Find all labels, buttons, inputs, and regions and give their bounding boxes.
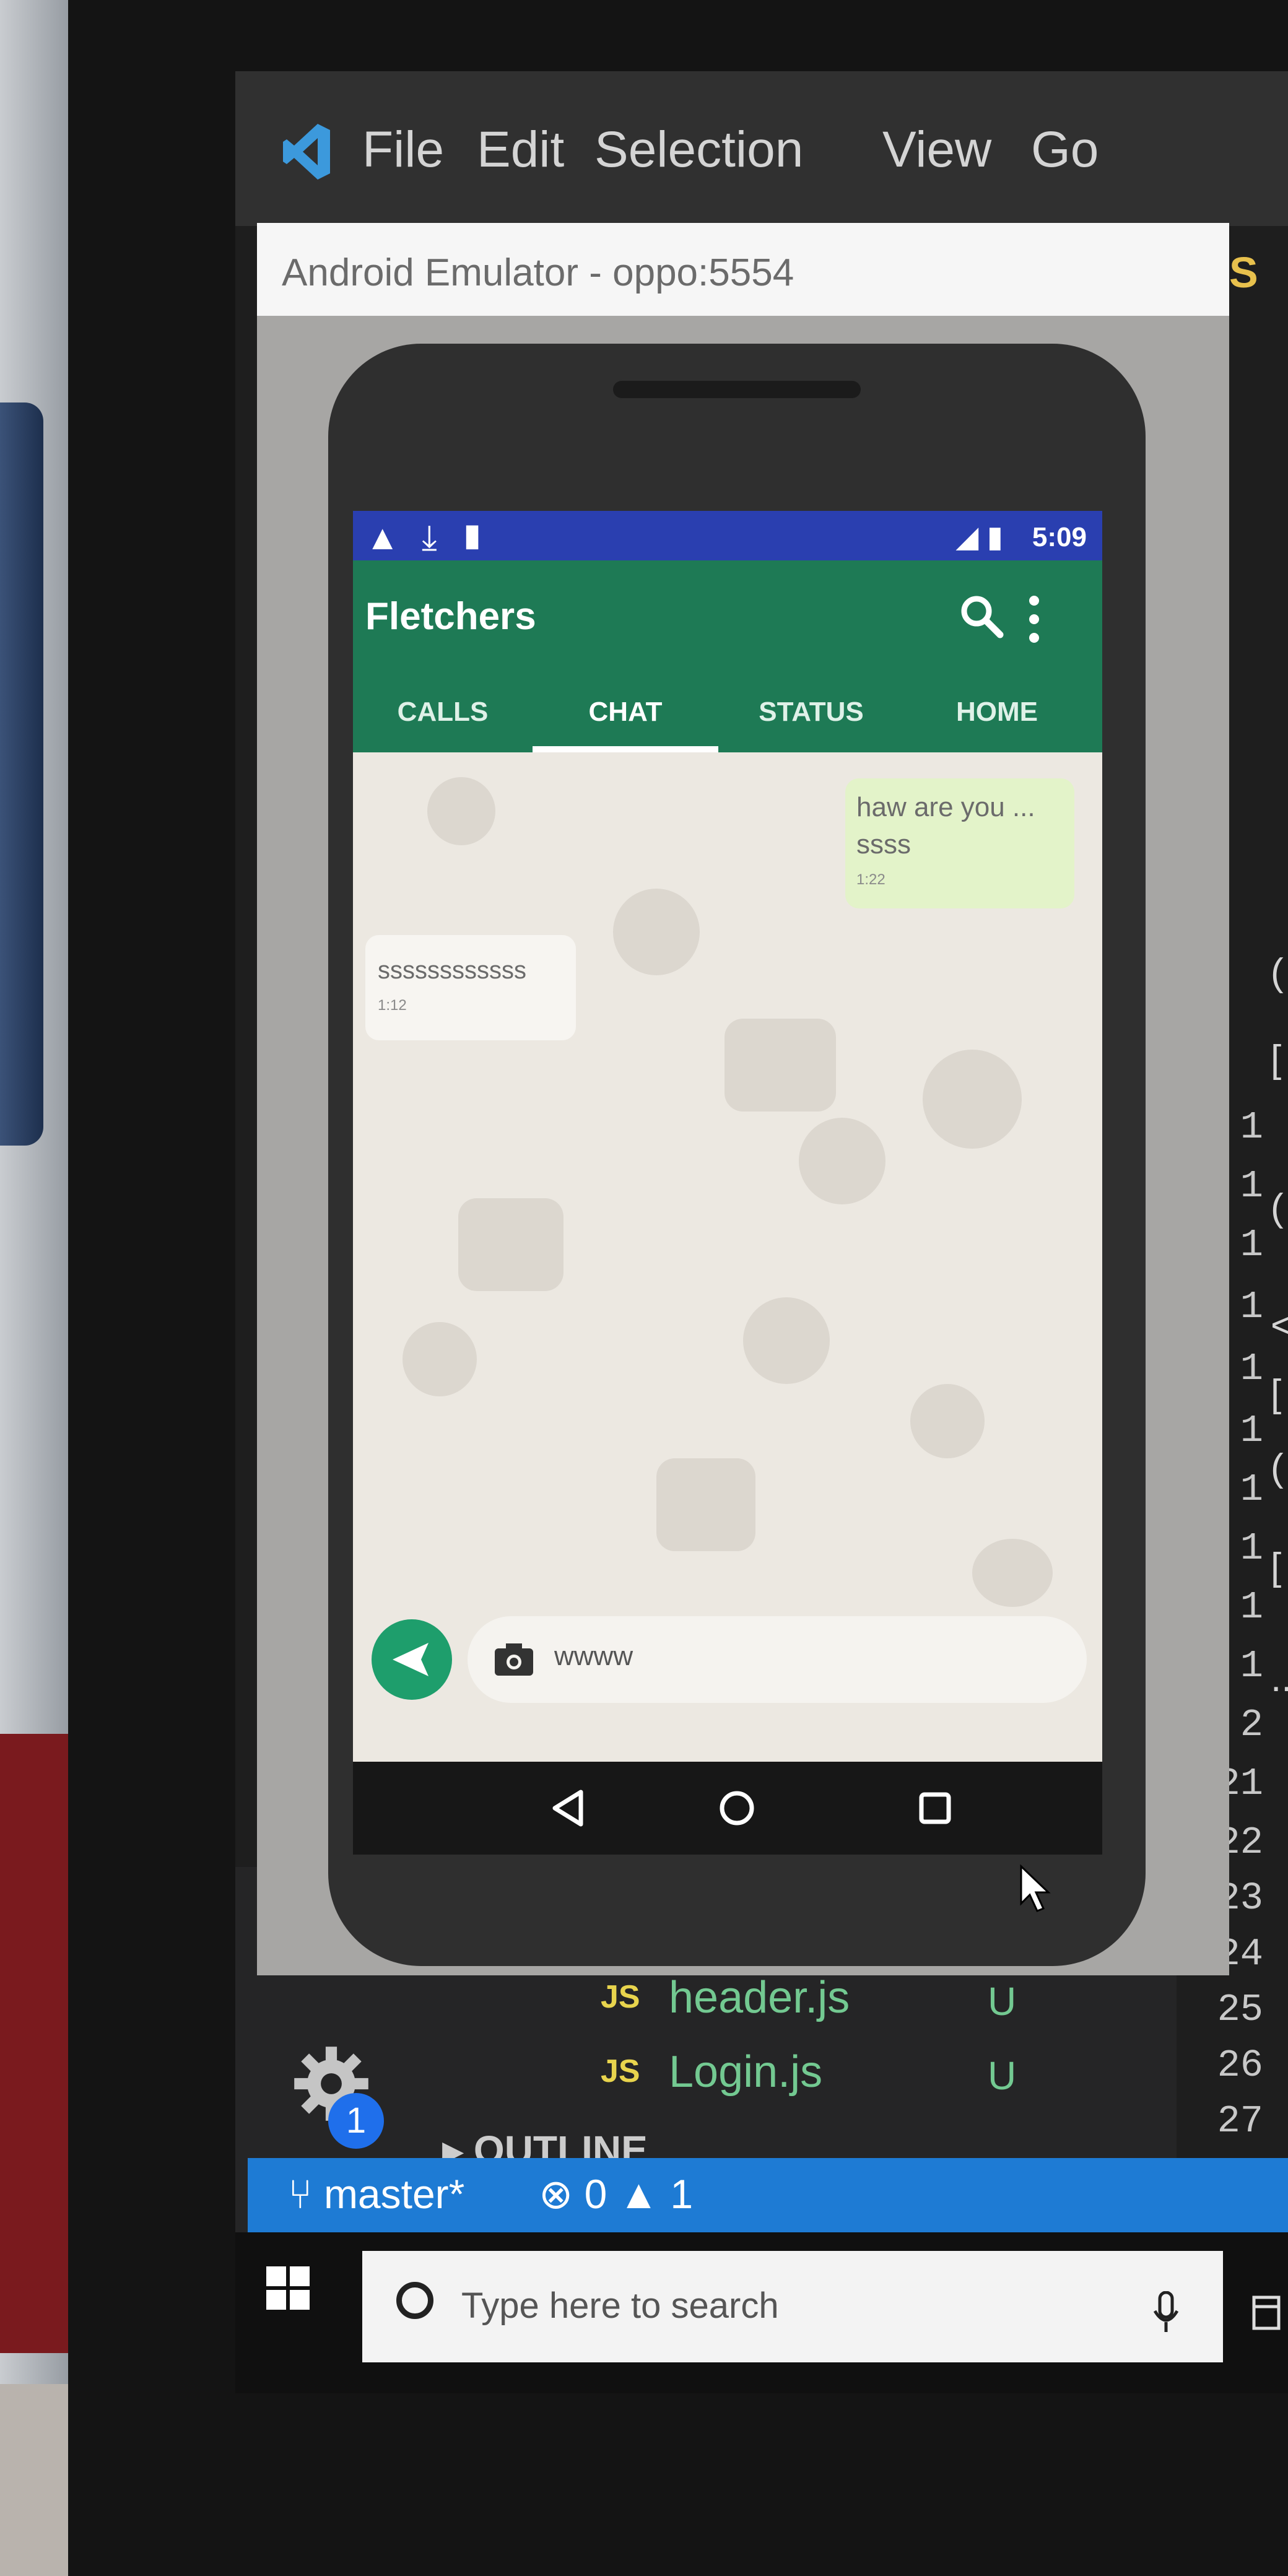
file-status-badge: U bbox=[988, 1979, 1017, 2024]
file-header-js[interactable]: header.js bbox=[669, 1972, 850, 2023]
more-options-icon[interactable] bbox=[1022, 591, 1046, 647]
problems-indicator[interactable]: ⊗ 0 ▲ 1 bbox=[539, 2170, 693, 2218]
message-text: haw are you ... bbox=[856, 792, 1035, 822]
android-status-bar: ▲ ⤓ ▮ ◢ ▮ 5:09 bbox=[353, 511, 1102, 560]
code-fragment: ... bbox=[1271, 1657, 1288, 1700]
cortana-icon bbox=[396, 2282, 433, 2319]
message-time: 1:22 bbox=[856, 871, 886, 888]
line-number: 25 bbox=[1217, 1988, 1263, 2032]
task-view-icon[interactable] bbox=[1251, 2291, 1282, 2334]
wallpaper-doodle bbox=[613, 889, 700, 975]
js-file-icon: JS bbox=[601, 1979, 640, 2015]
tab-chat[interactable]: CHAT bbox=[551, 697, 700, 728]
code-fragment: ( bbox=[1271, 1447, 1284, 1489]
send-arrow-icon bbox=[393, 1643, 429, 1676]
search-placeholder: Type here to search bbox=[461, 2286, 779, 2326]
app-toolbar: Fletchers CALLS CHAT STATUS HOME bbox=[353, 560, 1102, 752]
code-fragment: ( bbox=[1271, 1186, 1284, 1229]
tab-calls[interactable]: CALLS bbox=[368, 697, 517, 728]
camera-icon[interactable] bbox=[492, 1641, 536, 1678]
notification-icons: ▲ ⤓ ▮ bbox=[365, 518, 492, 557]
android-emulator-window: Android Emulator - oppo:5554 ▲ ⤓ ▮ ◢ ▮ 5… bbox=[257, 223, 1229, 1975]
message-time: 1:12 bbox=[378, 997, 407, 1014]
mouse-cursor-icon bbox=[1020, 1864, 1051, 1912]
send-button[interactable] bbox=[372, 1619, 452, 1700]
windows-start-icon[interactable] bbox=[266, 2266, 310, 2310]
wallpaper-doodle bbox=[972, 1539, 1053, 1607]
line-number: 27 bbox=[1217, 2099, 1263, 2143]
vscode-statusbar: ⑂ master* ⊗ 0 ▲ 1 bbox=[248, 2158, 1288, 2232]
error-icon: ⊗ bbox=[539, 2171, 573, 2217]
wallpaper-doodle bbox=[402, 1322, 477, 1396]
wallpaper-doodle bbox=[724, 1019, 836, 1112]
search-icon[interactable] bbox=[957, 591, 1006, 641]
active-tab-indicator bbox=[533, 746, 718, 752]
wallpaper-doodle bbox=[923, 1050, 1022, 1149]
editor-tab-fragment: S bbox=[1229, 248, 1258, 297]
js-file-icon: JS bbox=[601, 2053, 640, 2089]
file-status-badge: U bbox=[988, 2053, 1017, 2098]
wallpaper-doodle bbox=[427, 777, 495, 845]
code-fragment: [ bbox=[1271, 1372, 1282, 1415]
code-fragment: < bbox=[1271, 1304, 1288, 1347]
tab-home[interactable]: HOME bbox=[923, 697, 1071, 728]
menu-edit[interactable]: Edit bbox=[477, 121, 564, 179]
emulator-title: Android Emulator - oppo:5554 bbox=[282, 251, 794, 294]
signal-battery-icons: ◢ ▮ bbox=[955, 521, 1003, 554]
incoming-message-bubble[interactable]: ssssssssssss 1:12 bbox=[365, 935, 576, 1040]
wallpaper-doodle bbox=[743, 1297, 830, 1384]
code-fragment: [ bbox=[1271, 1038, 1282, 1081]
microphone-icon[interactable] bbox=[1152, 2291, 1180, 2334]
home-icon[interactable] bbox=[712, 1783, 762, 1833]
phone-frame: ▲ ⤓ ▮ ◢ ▮ 5:09 Fletchers CALLS CHAT STAT… bbox=[328, 344, 1146, 1966]
android-screen: ▲ ⤓ ▮ ◢ ▮ 5:09 Fletchers CALLS CHAT STAT… bbox=[353, 511, 1102, 1762]
monitor-screen: File Edit Selection View Go 1 1 1 1 1 1 … bbox=[235, 71, 1288, 2393]
background-cloth bbox=[0, 402, 43, 1146]
wallpaper-doodle bbox=[458, 1198, 564, 1291]
warning-count: 1 bbox=[670, 2171, 694, 2217]
recents-icon[interactable] bbox=[910, 1783, 960, 1833]
code-fragment: ( bbox=[1271, 951, 1284, 994]
status-clock: 5:09 bbox=[1032, 522, 1087, 552]
line-number: 26 bbox=[1217, 2043, 1263, 2087]
git-branch-indicator[interactable]: ⑂ master* bbox=[288, 2170, 464, 2217]
message-input-value: wwww bbox=[554, 1641, 633, 1671]
file-login-js[interactable]: Login.js bbox=[669, 2047, 822, 2097]
menu-view[interactable]: View bbox=[882, 121, 991, 179]
error-count: 0 bbox=[584, 2171, 607, 2217]
warning-icon: ▲ bbox=[618, 2171, 659, 2217]
vscode-logo-icon bbox=[283, 124, 330, 180]
menu-selection[interactable]: Selection bbox=[594, 121, 803, 179]
wallpaper-doodle bbox=[799, 1118, 886, 1204]
menu-file[interactable]: File bbox=[362, 121, 444, 179]
code-fragment: [ bbox=[1271, 1546, 1282, 1588]
settings-notification-badge: 1 bbox=[328, 2093, 384, 2149]
app-title: Fletchers bbox=[365, 595, 536, 638]
back-icon[interactable] bbox=[545, 1783, 594, 1833]
tab-status[interactable]: STATUS bbox=[737, 697, 886, 728]
message-text: ssssssssssss bbox=[378, 957, 526, 984]
outgoing-message-bubble[interactable]: haw are you ... ssss 1:22 bbox=[845, 778, 1074, 908]
chat-area[interactable]: haw are you ... ssss 1:22 ssssssssssss 1… bbox=[353, 752, 1102, 1762]
phone-speaker bbox=[613, 381, 861, 398]
menu-go[interactable]: Go bbox=[1031, 121, 1099, 179]
wallpaper-doodle bbox=[910, 1384, 985, 1458]
vscode-menubar: File Edit Selection View Go bbox=[235, 71, 1288, 226]
branch-name: master* bbox=[323, 2171, 465, 2217]
wallpaper-doodle bbox=[656, 1458, 755, 1551]
emulator-titlebar[interactable]: Android Emulator - oppo:5554 bbox=[257, 223, 1229, 316]
message-text: ssss bbox=[856, 829, 911, 859]
